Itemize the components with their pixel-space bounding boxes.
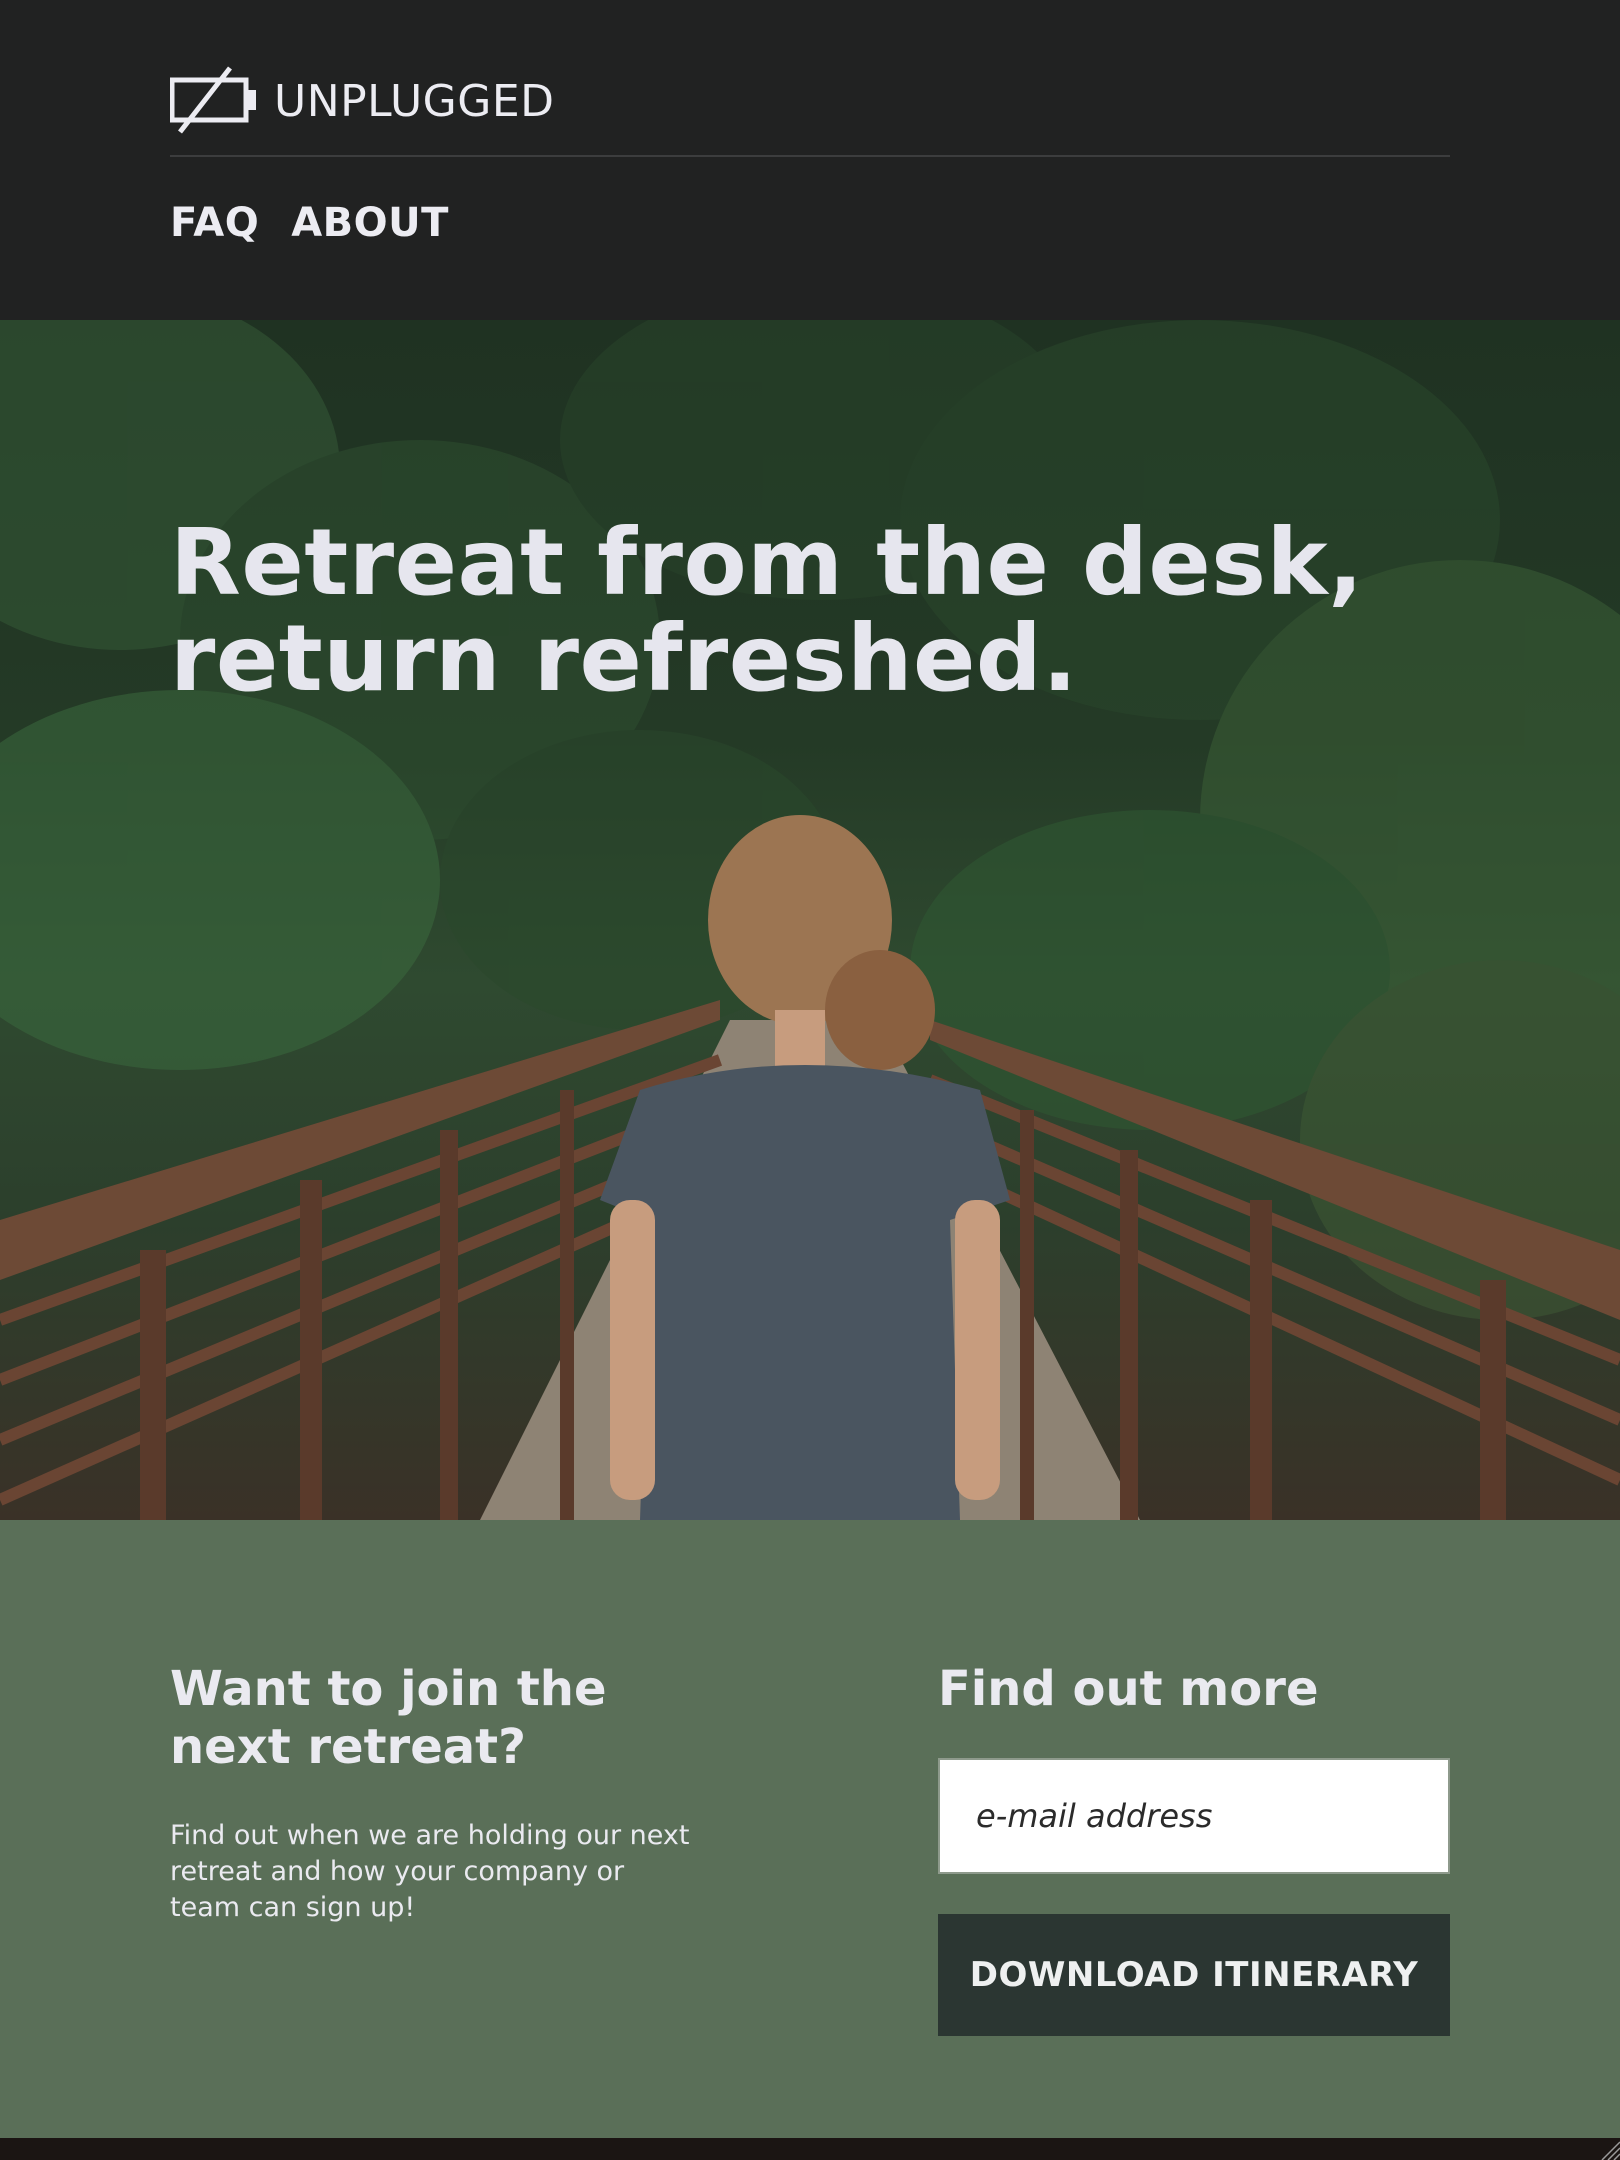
nav-link-faq[interactable]: FAQ [170,200,259,246]
signup-intro: Want to join the next retreat? Find out … [170,1660,710,1926]
resize-grip-icon [1601,2141,1620,2160]
hero-title-line-2: return refreshed. [170,605,1078,712]
brand-logo[interactable]: UNPLUGGED [170,66,555,136]
hero-image [0,320,1620,1520]
form-heading: Find out more [938,1661,1319,1717]
site-header: UNPLUGGED FAQ ABOUT [0,0,1620,320]
signup-section: Want to join the next retreat? Find out … [0,1520,1620,2138]
nav-link-about[interactable]: ABOUT [291,200,449,246]
header-divider [170,155,1450,157]
brand-name: UNPLUGGED [274,75,555,127]
signup-form: Find out more DOWNLOAD ITINERARY [938,1660,1450,2036]
download-itinerary-button[interactable]: DOWNLOAD ITINERARY [938,1914,1450,2036]
hero-title: Retreat from the desk, return refreshed. [170,515,1364,707]
battery-off-icon [170,66,256,134]
hero-section: Retreat from the desk, return refreshed. [0,320,1620,1520]
email-input[interactable] [938,1758,1450,1874]
hero-title-line-1: Retreat from the desk, [170,509,1364,616]
signup-heading: Want to join the next retreat? [170,1661,607,1775]
footer-strip [0,2138,1620,2160]
signup-description: Find out when we are holding our next re… [170,1820,690,1923]
main-nav: FAQ ABOUT [170,200,449,246]
